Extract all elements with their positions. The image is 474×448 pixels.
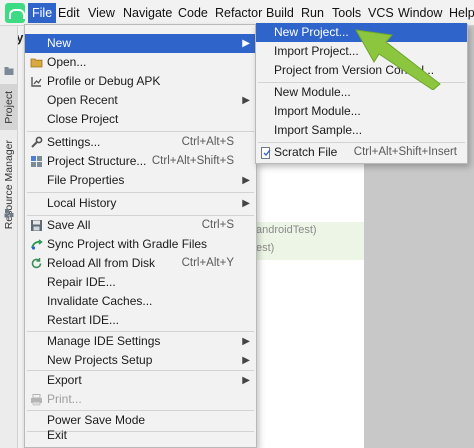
file-menu-item-print: Print... bbox=[25, 390, 256, 409]
file-menu-item-close-project[interactable]: Close Project bbox=[25, 110, 256, 129]
profile-apk-icon bbox=[30, 75, 43, 88]
menu-item-label: Manage IDE Settings bbox=[47, 334, 161, 348]
gradle-sync-icon bbox=[30, 238, 43, 251]
menu-item-shortcut: Ctrl+Alt+Shift+S bbox=[151, 155, 234, 167]
menu-item-label: Close Project bbox=[47, 112, 119, 126]
file-menu-item-restart-ide[interactable]: Restart IDE... bbox=[25, 311, 256, 330]
menu-item-label: Sync Project with Gradle Files bbox=[47, 237, 208, 251]
android-studio-logo-icon bbox=[5, 3, 25, 23]
file-menu-item-new-projects-setup[interactable]: New Projects Setup ▶ bbox=[25, 351, 256, 370]
file-menu-item-export[interactable]: Export ▶ bbox=[25, 371, 256, 390]
menu-tools[interactable]: Tools bbox=[328, 3, 365, 23]
submenu-arrow-icon: ▶ bbox=[242, 175, 250, 186]
menu-item-label: Restart IDE... bbox=[47, 313, 120, 327]
submenu-arrow-icon: ▶ bbox=[242, 355, 250, 366]
menu-item-label: New Projects Setup bbox=[47, 353, 153, 367]
project-structure-icon bbox=[30, 155, 43, 168]
new-menu-item-scratch-file[interactable]: Scratch File Ctrl+Alt+Shift+Insert bbox=[256, 143, 467, 162]
file-menu-item-local-history[interactable]: Local History ▶ bbox=[25, 194, 256, 213]
scratch-file-icon bbox=[259, 146, 272, 159]
menu-refactor[interactable]: Refactor bbox=[211, 3, 266, 23]
file-menu-item-project-structure[interactable]: Project Structure... Ctrl+Alt+Shift+S bbox=[25, 152, 256, 171]
new-menu-item-import-sample[interactable]: Import Sample... bbox=[256, 121, 467, 140]
menu-item-label: Repair IDE... bbox=[47, 275, 116, 289]
tab-project[interactable]: Project bbox=[0, 84, 18, 130]
file-menu: New ▶ Open... Profile or Debug APK Open … bbox=[24, 24, 257, 448]
menu-item-label: Open... bbox=[47, 55, 87, 69]
menu-code[interactable]: Code bbox=[174, 3, 212, 23]
submenu-arrow-icon: ▶ bbox=[242, 336, 250, 347]
printer-icon bbox=[30, 393, 43, 406]
menu-item-label: Import Sample... bbox=[274, 123, 363, 137]
menu-divider bbox=[27, 192, 254, 193]
menu-item-label: New bbox=[47, 36, 72, 50]
menu-item-shortcut: Ctrl+Alt+S bbox=[181, 136, 234, 148]
menu-window[interactable]: Window bbox=[394, 3, 446, 23]
menu-item-shortcut: Ctrl+Alt+Shift+Insert bbox=[353, 146, 457, 158]
tab-project-label: Project bbox=[3, 90, 15, 124]
menu-item-label: Open Recent bbox=[47, 93, 118, 107]
file-menu-item-invalidate-caches[interactable]: Invalidate Caches... bbox=[25, 292, 256, 311]
editor-line: est) bbox=[256, 242, 275, 254]
file-menu-item-sync-gradle[interactable]: Sync Project with Gradle Files bbox=[25, 235, 256, 254]
menu-item-label: Exit bbox=[47, 428, 68, 442]
resource-manager-icon bbox=[4, 209, 14, 218]
file-menu-item-reload-disk[interactable]: Reload All from Disk Ctrl+Alt+Y bbox=[25, 254, 256, 273]
menu-item-label: Import Module... bbox=[274, 104, 361, 118]
file-menu-item-settings[interactable]: Settings... Ctrl+Alt+S bbox=[25, 133, 256, 152]
menu-item-label: Scratch File bbox=[274, 145, 338, 159]
file-menu-item-exit[interactable]: Exit bbox=[25, 426, 256, 445]
menu-item-label: Export bbox=[47, 373, 82, 387]
menu-item-shortcut: Ctrl+S bbox=[201, 219, 234, 231]
menu-item-label: Invalidate Caches... bbox=[47, 294, 153, 308]
new-menu-item-import-module[interactable]: Import Module... bbox=[256, 102, 467, 121]
menu-item-label: Print... bbox=[47, 392, 82, 406]
reload-icon bbox=[30, 257, 43, 270]
submenu-arrow-icon: ▶ bbox=[242, 38, 250, 49]
floppy-disk-icon bbox=[30, 219, 43, 232]
file-menu-item-save-all[interactable]: Save All Ctrl+S bbox=[25, 216, 256, 235]
left-tool-strip: Project Resource Manager bbox=[0, 26, 18, 448]
folder-open-icon bbox=[30, 56, 43, 69]
menu-divider bbox=[27, 131, 254, 132]
menu-item-label: File Properties bbox=[47, 173, 125, 187]
menu-help[interactable]: Help bbox=[445, 3, 474, 23]
menu-run[interactable]: Run bbox=[297, 3, 328, 23]
file-menu-item-open-recent[interactable]: Open Recent ▶ bbox=[25, 91, 256, 110]
file-menu-item-repair-ide[interactable]: Repair IDE... bbox=[25, 273, 256, 292]
file-menu-item-file-properties[interactable]: File Properties ▶ bbox=[25, 171, 256, 190]
editor-line: androidTest) bbox=[256, 224, 317, 236]
menu-item-label: Project Structure... bbox=[47, 154, 147, 168]
editor-area bbox=[240, 160, 364, 448]
menu-item-label: Profile or Debug APK bbox=[47, 74, 161, 88]
menu-build[interactable]: Build bbox=[262, 3, 298, 23]
submenu-arrow-icon: ▶ bbox=[242, 375, 250, 386]
menu-vcs[interactable]: VCS bbox=[364, 3, 398, 23]
menu-view[interactable]: View bbox=[84, 3, 119, 23]
submenu-arrow-icon: ▶ bbox=[242, 198, 250, 209]
menu-item-label: Import Project... bbox=[274, 44, 359, 58]
file-menu-item-open[interactable]: Open... bbox=[25, 53, 256, 72]
file-menu-item-new[interactable]: New ▶ bbox=[25, 34, 256, 53]
menu-item-label: Settings... bbox=[47, 135, 101, 149]
menu-edit[interactable]: Edit bbox=[54, 3, 84, 23]
menu-item-shortcut: Ctrl+Alt+Y bbox=[181, 257, 234, 269]
menu-item-label: New Project... bbox=[274, 25, 349, 39]
menu-navigate[interactable]: Navigate bbox=[119, 3, 176, 23]
submenu-arrow-icon: ▶ bbox=[242, 95, 250, 106]
file-menu-item-profile-debug-apk[interactable]: Profile or Debug APK bbox=[25, 72, 256, 91]
menu-file[interactable]: File bbox=[28, 3, 57, 23]
menu-item-label: Save All bbox=[47, 218, 91, 232]
menu-item-label: Local History bbox=[47, 196, 117, 210]
menu-item-label: New Module... bbox=[274, 85, 351, 99]
file-menu-item-manage-ide-settings[interactable]: Manage IDE Settings ▶ bbox=[25, 332, 256, 351]
project-folder-icon bbox=[4, 67, 14, 75]
menu-item-label: Reload All from Disk bbox=[47, 256, 156, 270]
wrench-icon bbox=[30, 136, 43, 149]
annotation-arrow-icon bbox=[355, 29, 441, 90]
